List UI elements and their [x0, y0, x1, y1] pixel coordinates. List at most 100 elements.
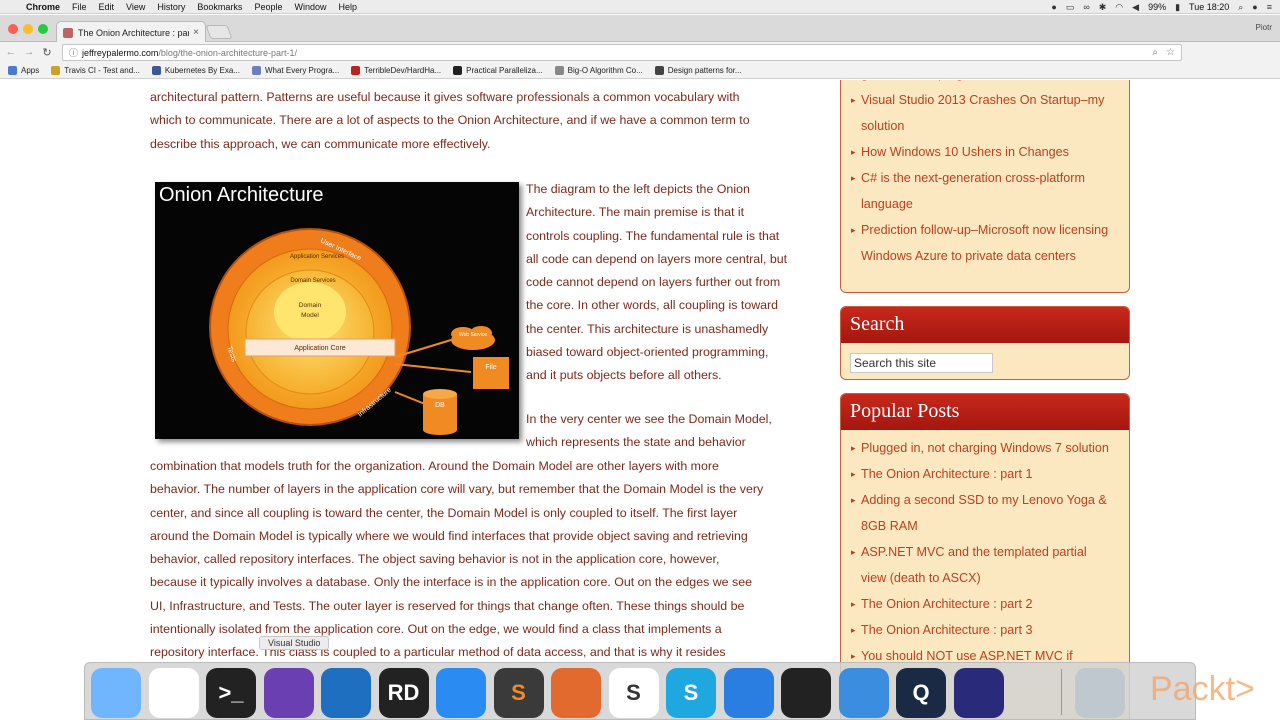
- menu-bookmarks[interactable]: Bookmarks: [197, 2, 251, 12]
- menu-history[interactable]: History: [157, 2, 194, 12]
- bookmark-favicon-icon: [151, 65, 161, 75]
- wifi-icon[interactable]: ◠: [1115, 2, 1123, 13]
- volume-icon[interactable]: ◀: [1132, 2, 1139, 13]
- post-link[interactable]: ASP.NET MVC and the templated partialvie…: [851, 539, 1119, 591]
- text-line: because it typically involves a database…: [150, 575, 752, 590]
- file-box: [473, 357, 509, 389]
- finder-icon[interactable]: [91, 668, 141, 718]
- terminal-icon[interactable]: >_: [206, 668, 256, 718]
- bookmark-item[interactable]: Travis CI - Test and...: [51, 65, 140, 75]
- text-line: and it puts objects before all others.: [526, 368, 722, 383]
- info-icon[interactable]: ⓘ: [69, 46, 78, 59]
- rider-icon[interactable]: RD: [378, 668, 429, 718]
- intro-paragraph: architectural pattern. Patterns are usef…: [150, 86, 750, 156]
- menu-icon[interactable]: ≡: [1267, 2, 1272, 12]
- post-link[interactable]: C# is the next-generation cross-platform…: [851, 165, 1119, 217]
- onion-architecture-diagram: Onion Architecture User Interface Applic…: [155, 182, 519, 439]
- tab-title: The Onion Architecture : part: [78, 27, 190, 38]
- menu-chrome[interactable]: Chrome: [26, 2, 69, 12]
- chrome-icon[interactable]: [148, 668, 199, 718]
- bookmark-item[interactable]: What Every Progra...: [251, 65, 339, 75]
- zoom-window-button[interactable]: [38, 24, 48, 34]
- dock-tooltip: Visual Studio: [259, 636, 330, 650]
- active-tab[interactable]: The Onion Architecture : part ×: [56, 21, 206, 43]
- zoom-icon[interactable]: ⌕: [1152, 47, 1158, 58]
- site-favicon-icon: [63, 27, 73, 38]
- text-line: code cannot depend on layers further out…: [526, 275, 781, 290]
- new-tab-button[interactable]: [205, 25, 233, 39]
- bookmark-label: Design patterns for...: [667, 65, 742, 75]
- slack-icon[interactable]: S: [608, 668, 659, 718]
- post-link[interactable]: Prediction follow-up–Microsoft now licen…: [851, 217, 1119, 269]
- spotlight-icon[interactable]: ⌕: [1238, 2, 1243, 13]
- bookmark-favicon-icon: [51, 65, 61, 75]
- close-window-button[interactable]: [8, 24, 18, 34]
- quicktime-icon[interactable]: Q: [896, 668, 946, 718]
- popular-posts-heading: Popular Posts: [841, 394, 1129, 430]
- bookmark-item[interactable]: Design patterns for...: [654, 65, 742, 75]
- text-line: controls coupling. The fundamental rule …: [526, 228, 780, 243]
- post-link[interactable]: The Onion Architecture : part 1: [851, 461, 1119, 487]
- reload-icon[interactable]: ↻: [38, 46, 56, 59]
- bookmark-label: TerribleDev/HardHa...: [364, 65, 442, 75]
- audacity-icon[interactable]: [953, 668, 1004, 718]
- url-host: jeffreypalermo.com: [82, 47, 159, 58]
- packt-watermark: Packt>: [1150, 670, 1255, 708]
- forward-arrow-icon[interactable]: →: [20, 46, 38, 58]
- sublime-icon[interactable]: S: [493, 668, 544, 718]
- address-bar[interactable]: ⓘ jeffreypalermo.com/blog/the-onion-arch…: [62, 44, 1182, 61]
- visual-studio-icon[interactable]: [263, 668, 314, 718]
- search-input[interactable]: [850, 353, 993, 373]
- arrow-file: [394, 363, 472, 373]
- vscode-icon[interactable]: [321, 668, 371, 718]
- bookmark-label: Travis CI - Test and...: [64, 65, 140, 75]
- menu-people[interactable]: People: [254, 2, 291, 12]
- post-link[interactable]: generation of programmers in Austin, TX: [851, 80, 1119, 87]
- profile-name[interactable]: Piotr: [1256, 23, 1272, 32]
- bookmark-item[interactable]: Big-O Algorithm Co...: [554, 65, 643, 75]
- minimized-window-icon[interactable]: [1075, 668, 1125, 718]
- keynote-icon[interactable]: [838, 668, 889, 718]
- post-link[interactable]: Adding a second SSD to my Lenovo Yoga &8…: [851, 487, 1119, 539]
- post-link[interactable]: How Windows 10 Ushers in Changes: [851, 139, 1119, 165]
- menu-help[interactable]: Help: [338, 2, 366, 12]
- battery-percent[interactable]: 99%: [1148, 2, 1166, 12]
- skype-icon[interactable]: S: [666, 668, 716, 718]
- bookmark-star-icon[interactable]: ☆: [1166, 47, 1175, 58]
- app-core-label: Application Core: [294, 345, 345, 352]
- clock[interactable]: Tue 18:20: [1189, 2, 1229, 12]
- menu-file[interactable]: File: [72, 2, 96, 12]
- glasses-icon[interactable]: ∞: [1083, 2, 1089, 12]
- search-heading: Search: [841, 307, 1129, 343]
- bluetooth-icon[interactable]: ✱: [1099, 2, 1107, 13]
- text-line: In the very center we see the Domain Mod…: [526, 412, 772, 426]
- menu-window[interactable]: Window: [294, 2, 335, 12]
- post-link[interactable]: Plugged in, not charging Windows 7 solut…: [851, 435, 1119, 461]
- bookmark-label: Kubernetes By Exa...: [164, 65, 240, 75]
- post-link[interactable]: The Onion Architecture : part 2: [851, 591, 1119, 617]
- menu-edit[interactable]: Edit: [99, 2, 124, 12]
- menu-view[interactable]: View: [126, 2, 154, 12]
- bookmark-item[interactable]: TerribleDev/HardHa...: [351, 65, 442, 75]
- minimize-window-button[interactable]: [23, 24, 33, 34]
- messenger-icon[interactable]: [436, 668, 486, 718]
- battery-icon: ▮: [1175, 1, 1181, 12]
- bookmark-item[interactable]: Practical Paralleliza...: [453, 65, 543, 75]
- domain-model-label-2: Model: [301, 312, 319, 319]
- bookmark-item[interactable]: Kubernetes By Exa...: [151, 65, 240, 75]
- record-icon[interactable]: ●: [1051, 2, 1056, 12]
- post-link[interactable]: The Onion Architecture : part 3: [851, 617, 1119, 643]
- text-line: behavior, called repository interfaces. …: [150, 552, 720, 567]
- post-link[interactable]: Visual Studio 2013 Crashes On Startup–my…: [851, 87, 1119, 139]
- user-icon[interactable]: ●: [1252, 2, 1257, 12]
- navigation-icon[interactable]: [723, 668, 774, 718]
- display-icon[interactable]: ▭: [1066, 2, 1075, 13]
- web-service-label: Web Service: [459, 332, 487, 338]
- menubar-status: ● ▭ ∞ ✱ ◠ ◀ 99% ▮ Tue 18:20 ⌕ ● ≡: [1051, 0, 1272, 14]
- bookmarks-bar: Apps Travis CI - Test and... Kubernetes By…: [0, 62, 1280, 79]
- close-tab-icon[interactable]: ×: [193, 27, 199, 38]
- postman-icon[interactable]: [551, 668, 601, 718]
- back-arrow-icon[interactable]: ←: [2, 46, 20, 58]
- bookmark-item[interactable]: Apps: [8, 65, 39, 75]
- spotify-icon[interactable]: [781, 668, 831, 718]
